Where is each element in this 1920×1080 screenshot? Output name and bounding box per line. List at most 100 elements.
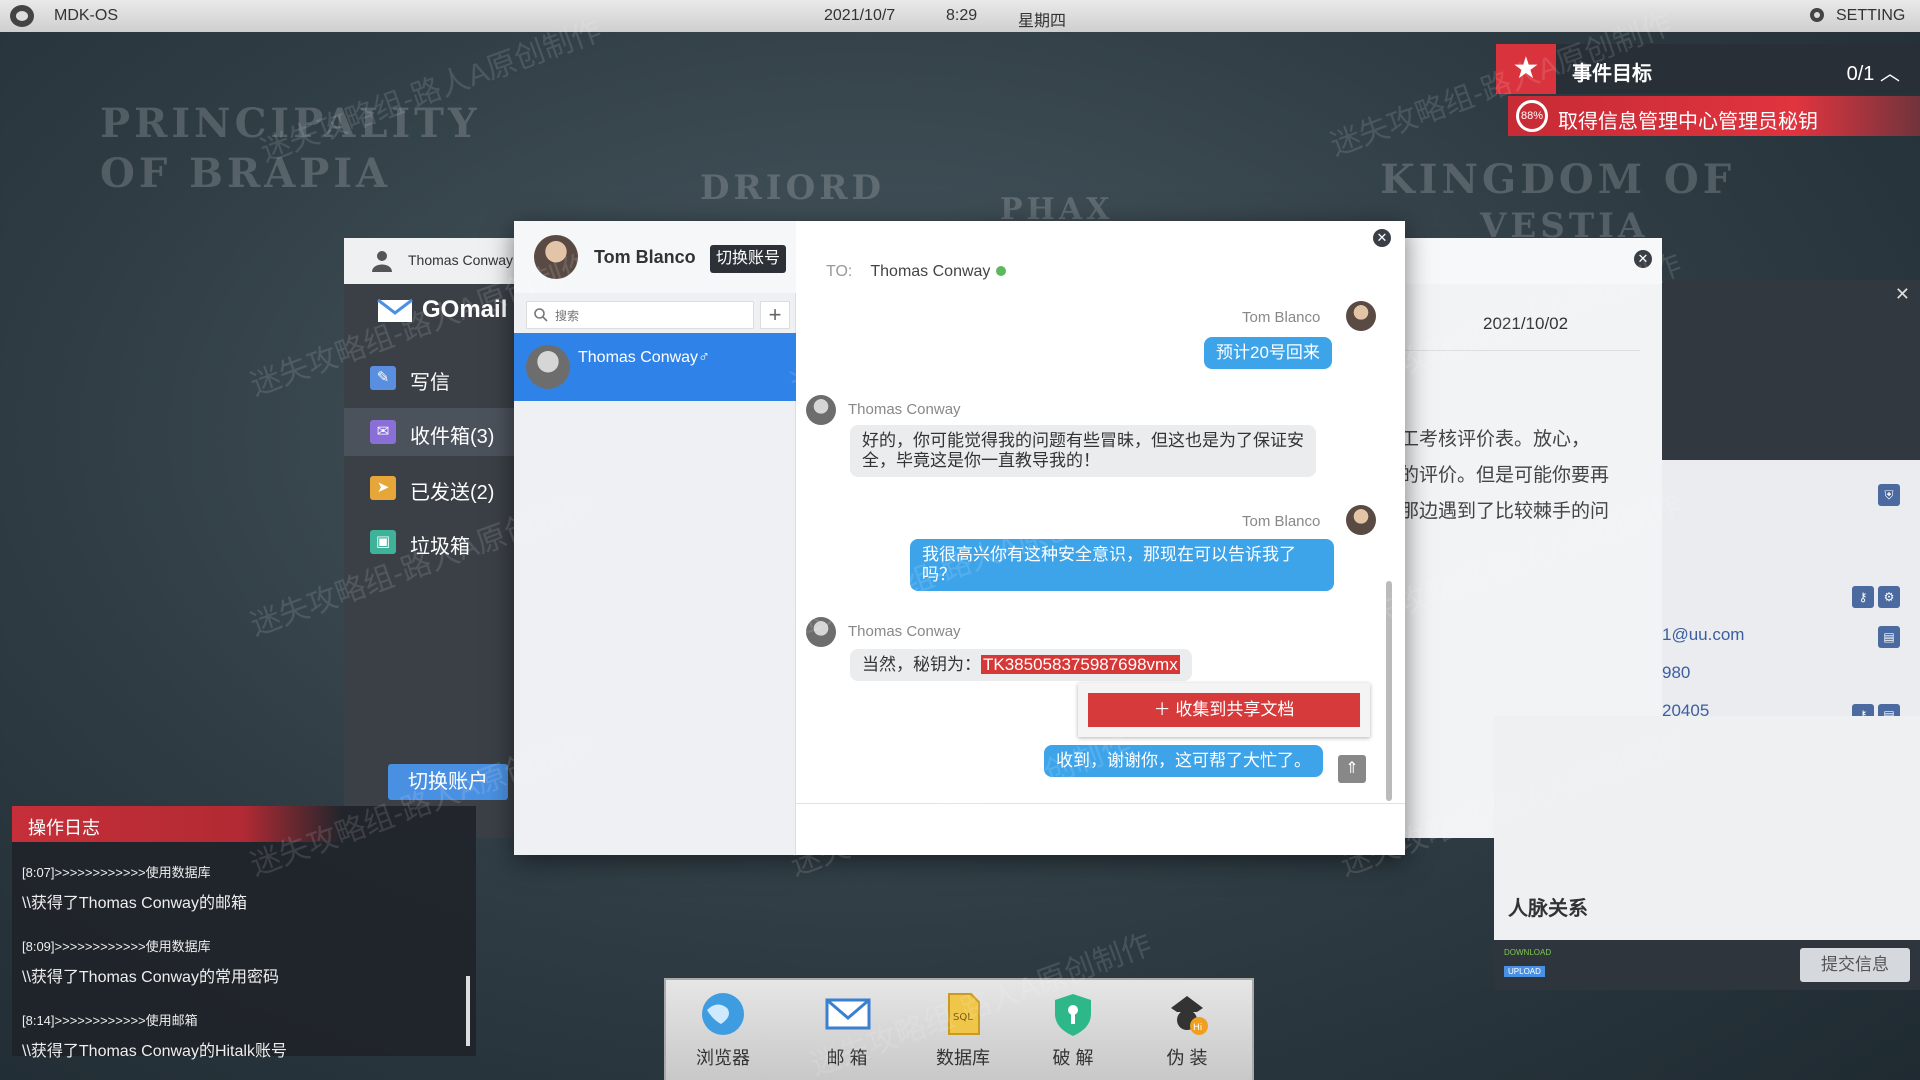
document-icon[interactable]: ▤ <box>1878 626 1900 648</box>
dock-item-mail[interactable]: 邮 箱 <box>802 990 892 1080</box>
contact-name: Thomas Conway♂ <box>578 349 711 366</box>
mail-icon <box>825 998 871 1030</box>
event-objective-panel: ★ 事件目标 0/1 ︿ 88% 取得信息管理中心管理员秘钥 <box>1496 44 1920 140</box>
secret-key-highlight[interactable]: TK385058375987698vmx <box>981 655 1180 674</box>
hitalk-chat-window: Tom Blanco 切换账号 + Thomas Conway♂ ✕ TO:Th… <box>514 221 1405 855</box>
gomail-logo: GOmail <box>374 296 507 324</box>
menu-compose[interactable]: ✎ 写信 <box>344 354 514 402</box>
objective-count: 0/1 ︿ <box>1846 63 1900 85</box>
star-icon: ★ <box>1496 44 1556 94</box>
map-label: PRINCIPALITY <box>100 100 481 147</box>
switch-account-button[interactable]: 切换账户 <box>388 764 508 800</box>
contact-search <box>526 301 754 329</box>
avatar <box>534 235 578 279</box>
contact-profile-panel: ✕ ⛨ ⚷ ⚙ 1@uu.com ▤ 980 20405 ⚷ ▤ 人脉关系 DO… <box>1494 280 1920 990</box>
svg-text:SQL: SQL <box>953 1012 973 1023</box>
message-sender: Thomas Conway <box>848 623 961 640</box>
dock-item-browser[interactable]: 浏览器 <box>678 990 768 1080</box>
menu-trash[interactable]: ▣ 垃圾箱 <box>344 518 514 566</box>
system-top-bar: MDK-OS 2021/10/7 8:29 星期四 SETTING <box>0 0 1920 32</box>
avatar <box>806 617 836 647</box>
compose-icon: ✎ <box>370 366 396 390</box>
switch-account-button[interactable]: 切换账号 <box>710 245 786 273</box>
message-sender: Tom Blanco <box>1242 309 1321 326</box>
chat-recipient: TO: Thomas Conway <box>826 263 1007 281</box>
os-name: MDK-OS <box>54 7 118 24</box>
avatar <box>1346 301 1376 331</box>
scroll-to-top-icon[interactable]: ⇑ <box>1338 755 1366 783</box>
objective-task: 88% 取得信息管理中心管理员秘钥 <box>1508 96 1920 136</box>
crack-icon <box>1055 994 1091 1036</box>
message-sender: Thomas Conway <box>848 401 961 418</box>
message-bubble: 我很高兴你有这种安全意识，那现在可以告诉我了吗？ <box>910 539 1334 591</box>
log-entry: [8:07]>>>>>>>>>>>>使用数据库 \\获得了Thomas Conwa… <box>22 865 247 912</box>
map-label: KINGDOM OF <box>1380 156 1736 203</box>
profile-field: 980 <box>1662 663 1691 682</box>
inbox-icon: ✉ <box>370 420 396 444</box>
objective-header[interactable]: ★ 事件目标 0/1 ︿ <box>1496 44 1920 94</box>
shield-icon[interactable]: ⛨ <box>1878 484 1900 506</box>
svg-text:Hi: Hi <box>1193 1023 1202 1033</box>
system-weekday: 星期四 <box>1018 13 1067 30</box>
submit-info-button[interactable]: 提交信息 <box>1800 948 1910 982</box>
message-sender: Tom Blanco <box>1242 513 1321 530</box>
message-bubble: 好的，你可能觉得我的问题有些冒昧，但这也是为了保证安全，毕竟这是你一直教导我的！ <box>850 425 1316 477</box>
my-name: Tom Blanco <box>594 247 696 267</box>
search-input[interactable] <box>555 306 745 326</box>
gear-icon[interactable] <box>1808 6 1826 29</box>
operation-log-panel: 操作日志 [8:07]>>>>>>>>>>>>使用数据库 \\获得了Thomas … <box>12 806 476 1060</box>
system-date: 2021/10/7 <box>824 7 896 24</box>
network-status-bar: DOWNLOAD UPLOAD 提交信息 <box>1494 940 1920 990</box>
dock-item-crack[interactable]: 破 解 <box>1028 990 1118 1080</box>
upload-label: UPLOAD <box>1504 966 1545 977</box>
task-text: 取得信息管理中心管理员秘钥 <box>1558 111 1818 133</box>
online-status-icon <box>996 266 1007 276</box>
chevron-up-icon[interactable]: ︿ <box>1880 63 1900 85</box>
close-icon[interactable]: ✕ <box>1634 250 1652 268</box>
user-icon <box>372 251 392 272</box>
scrollbar[interactable] <box>466 976 470 1046</box>
avatar <box>526 345 570 389</box>
browser-icon <box>702 993 744 1035</box>
contact-item-thomas-conway[interactable]: Thomas Conway♂ <box>514 333 796 401</box>
avatar <box>806 395 836 425</box>
objective-title: 事件目标 <box>1572 63 1652 85</box>
message-bubble: 收到，谢谢你，这可帮了大忙了。 <box>1044 745 1323 777</box>
relations-title: 人脉关系 <box>1508 898 1588 920</box>
close-icon[interactable]: ✕ <box>1895 284 1910 305</box>
map-label: DRIORD <box>700 168 886 208</box>
log-title: 操作日志 <box>12 806 342 842</box>
gear-icon[interactable]: ⚙ <box>1878 586 1900 608</box>
mail-user-name: Thomas Conway <box>408 252 514 268</box>
dock-item-disguise[interactable]: Hi 伪 装 <box>1142 990 1232 1080</box>
sent-icon: ➤ <box>370 476 396 500</box>
database-icon: SQL <box>948 993 980 1035</box>
key-icon[interactable]: ⚷ <box>1852 586 1874 608</box>
log-entry: [8:14]>>>>>>>>>>>>使用邮箱 \\获得了Thomas Conway… <box>22 1013 287 1060</box>
download-label: DOWNLOAD <box>1504 948 1552 957</box>
recipient-name: Thomas Conway <box>870 263 991 280</box>
mail-user-bar: Thomas Conway <box>344 238 514 284</box>
disguise-icon: Hi <box>1171 996 1208 1035</box>
profile-email: 1@uu.com <box>1662 625 1745 644</box>
app-dock: 浏览器 邮 箱 SQL 数据库 破 解 Hi 伪 装 <box>664 978 1254 1080</box>
collect-to-shared-doc-button[interactable]: ＋ 收集到共享文档 <box>1088 693 1360 727</box>
gomail-window: Thomas Conway GOmail ✎ 写信 ✉ 收件箱(3) ➤ 已发送… <box>344 238 514 838</box>
task-progress: 88% <box>1516 100 1548 132</box>
close-icon[interactable]: ✕ <box>1373 229 1391 247</box>
os-logo-icon[interactable] <box>10 5 34 27</box>
add-contact-button[interactable]: + <box>760 301 790 329</box>
menu-sent[interactable]: ➤ 已发送(2) <box>344 464 514 512</box>
scrollbar[interactable] <box>1386 581 1392 801</box>
my-profile: Tom Blanco 切换账号 <box>514 221 796 293</box>
system-time: 8:29 <box>946 7 978 24</box>
menu-inbox[interactable]: ✉ 收件箱(3) <box>344 408 514 456</box>
chat-sidebar: Tom Blanco 切换账号 + Thomas Conway♂ <box>514 221 796 855</box>
map-label: OF BRAPIA <box>100 150 392 197</box>
message-bubble: 当然，秘钥为： TK385058375987698vmx <box>850 649 1192 681</box>
trash-icon: ▣ <box>370 530 396 554</box>
log-entry: [8:09]>>>>>>>>>>>>使用数据库 \\获得了Thomas Conwa… <box>22 939 279 986</box>
envelope-icon <box>374 298 414 324</box>
setting-button[interactable]: SETTING <box>1836 7 1905 25</box>
dock-item-database[interactable]: SQL 数据库 <box>918 990 1008 1080</box>
